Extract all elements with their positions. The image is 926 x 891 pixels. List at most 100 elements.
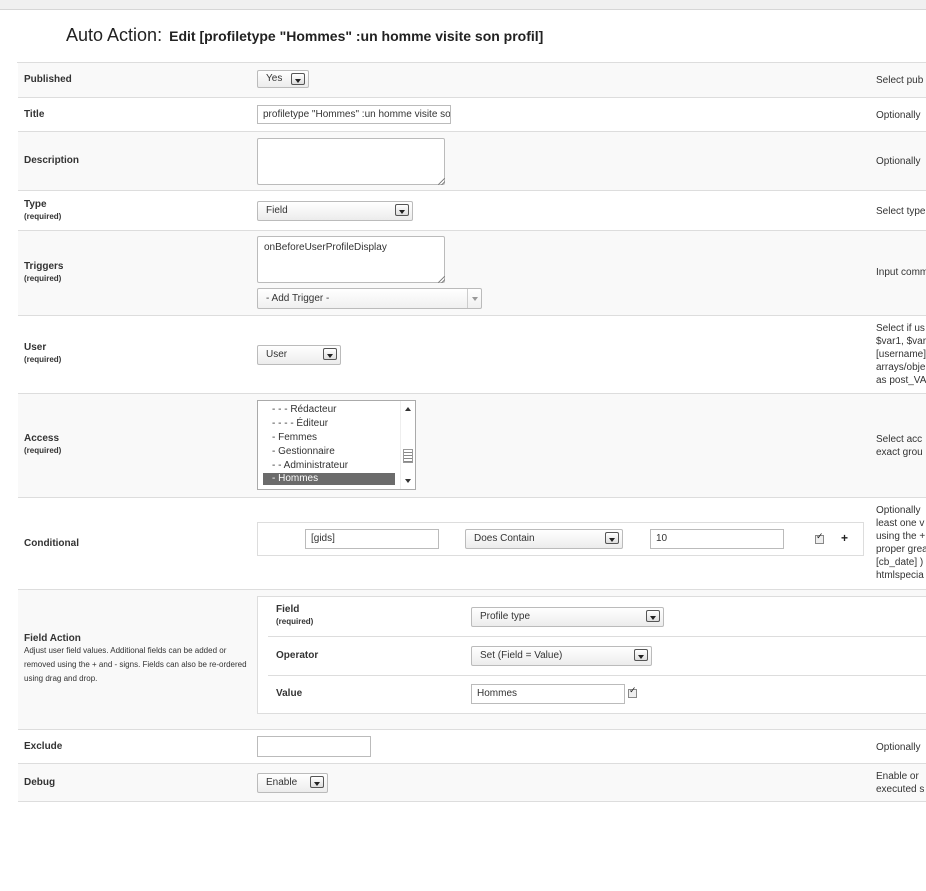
- type-select[interactable]: Field: [257, 201, 413, 221]
- access-label: Access (required): [24, 433, 61, 455]
- chevron-down-icon: [323, 348, 337, 360]
- conditional-checkbox[interactable]: [815, 532, 824, 544]
- chevron-down-icon: [395, 204, 409, 216]
- user-help-line: Select if us: [876, 323, 925, 334]
- fa-field-required: (required): [276, 617, 314, 626]
- conditional-help-line: Optionally: [876, 505, 921, 516]
- triggers-label: Triggers (required): [24, 261, 63, 283]
- triggers-label-text: Triggers: [24, 261, 64, 272]
- type-label: Type (required): [24, 199, 61, 221]
- user-label: User (required): [24, 342, 61, 364]
- field-action-panel: Field (required) Profile type Operator S…: [257, 596, 926, 714]
- conditional-value-input[interactable]: 10: [650, 529, 784, 549]
- add-condition-button[interactable]: +: [841, 531, 848, 545]
- resize-grip-icon[interactable]: [438, 178, 445, 185]
- form-table: Published Yes Select pub Title profilety…: [17, 62, 926, 802]
- user-label-text: User: [24, 342, 47, 353]
- fa-value-checkbox[interactable]: [628, 686, 637, 698]
- add-trigger-select[interactable]: - Add Trigger -: [257, 288, 482, 309]
- conditional-help-line: using the +: [876, 531, 926, 542]
- row-type: Type (required) Field Select type: [18, 191, 926, 231]
- chevron-down-icon: [310, 776, 324, 788]
- description-label: Description: [24, 155, 80, 166]
- fa-value-label: Value: [276, 688, 303, 699]
- access-scrollbar[interactable]: [400, 401, 415, 489]
- debug-help-line: Enable or: [876, 771, 919, 782]
- description-textarea[interactable]: [257, 138, 445, 185]
- fa-field-label: Field (required): [276, 604, 313, 626]
- page-title-main: Auto Action:: [66, 25, 163, 45]
- top-bar: [0, 0, 926, 10]
- field-action-label: Field Action: [24, 633, 81, 644]
- debug-value: Enable: [266, 777, 298, 788]
- conditional-help-line: proper grea: [876, 544, 926, 555]
- user-help-line: as post_VA: [876, 375, 926, 386]
- type-help: Select type: [876, 206, 926, 217]
- type-value: Field: [266, 205, 288, 216]
- fa-field-value: Profile type: [480, 611, 531, 622]
- triggers-help: Input comm: [876, 267, 926, 278]
- conditional-label: Conditional: [24, 538, 79, 549]
- chevron-down-icon: [605, 532, 619, 544]
- triggers-textarea[interactable]: onBeforeUserProfileDisplay: [257, 236, 445, 283]
- description-help: Optionally: [876, 156, 921, 167]
- row-published: Published Yes Select pub: [18, 63, 926, 98]
- conditional-operator-select[interactable]: Does Contain: [465, 529, 623, 549]
- access-option[interactable]: - - - - Éditeur: [258, 417, 415, 431]
- fa-operator-value: Set (Field = Value): [480, 650, 563, 661]
- add-trigger-value: - Add Trigger -: [266, 293, 330, 304]
- row-exclude: Exclude Optionally: [18, 730, 926, 764]
- row-debug: Debug Enable Enable or executed s: [18, 764, 926, 802]
- exclude-input[interactable]: [257, 736, 371, 757]
- conditional-operator-value: Does Contain: [474, 533, 535, 544]
- published-value: Yes: [266, 73, 283, 84]
- user-help-line: $var1, $var: [876, 336, 926, 347]
- page-title: Auto Action: Edit [profiletype "Hommes" …: [66, 25, 543, 46]
- access-help-line: exact grou: [876, 447, 923, 458]
- title-input[interactable]: profiletype "Hommes" :un homme visite so…: [257, 105, 451, 124]
- scroll-down-icon[interactable]: [405, 479, 411, 483]
- user-help-line: arrays/obje: [876, 362, 926, 373]
- conditional-field-input[interactable]: [gids]: [305, 529, 439, 549]
- access-option[interactable]: - Femmes: [258, 431, 415, 445]
- scroll-up-icon[interactable]: [405, 407, 411, 411]
- row-field-action: Field Action Adjust user field values. A…: [18, 590, 926, 730]
- user-value: User: [266, 349, 288, 360]
- fa-value-input[interactable]: Hommes: [471, 684, 625, 704]
- exclude-label: Exclude: [24, 741, 63, 752]
- resize-grip-icon[interactable]: [438, 276, 445, 283]
- scroll-thumb[interactable]: [403, 449, 413, 463]
- conditional-help-line: htmlspecia: [876, 570, 924, 581]
- access-option[interactable]: - - - Rédacteur: [258, 403, 415, 417]
- chevron-down-icon: [467, 289, 481, 308]
- row-conditional: Conditional [gids] Does Contain 10 + Opt…: [18, 498, 926, 590]
- access-option[interactable]: - - Administrateur: [258, 459, 415, 473]
- access-option[interactable]: - Gestionnaire: [258, 445, 415, 459]
- chevron-down-icon: [646, 610, 660, 622]
- fa-field-label-text: Field: [276, 604, 300, 615]
- fa-field-select[interactable]: Profile type: [471, 607, 664, 627]
- page-title-sub: Edit [profiletype "Hommes" :un homme vis…: [169, 28, 544, 44]
- row-title: Title profiletype "Hommes" :un homme vis…: [18, 98, 926, 132]
- row-triggers: Triggers (required) onBeforeUserProfileD…: [18, 231, 926, 316]
- access-option-selected[interactable]: - Hommes: [263, 473, 395, 485]
- conditional-help-line: [cb_date] ): [876, 557, 924, 568]
- fa-operator-label: Operator: [276, 650, 319, 661]
- user-help-line: [username]: [876, 349, 926, 360]
- row-user: User (required) User Select if us $var1,…: [18, 316, 926, 394]
- debug-help-line: executed s: [876, 784, 925, 795]
- type-label-text: Type: [24, 199, 47, 210]
- debug-select[interactable]: Enable: [257, 773, 328, 793]
- fa-operator-select[interactable]: Set (Field = Value): [471, 646, 652, 666]
- user-select[interactable]: User: [257, 345, 341, 365]
- type-required: (required): [24, 212, 62, 221]
- access-listbox[interactable]: - - - Rédacteur - - - - Éditeur - Femmes…: [257, 400, 416, 490]
- field-action-operator-row: Operator Set (Field = Value): [268, 637, 926, 676]
- exclude-help: Optionally: [876, 742, 921, 753]
- conditional-help: Optionally least one v using the + prope…: [876, 504, 926, 582]
- row-access: Access (required) - - - Rédacteur - - - …: [18, 394, 926, 498]
- field-action-description: Adjust user field values. Additional fie…: [24, 646, 247, 683]
- published-select[interactable]: Yes: [257, 70, 309, 88]
- title-help: Optionally: [876, 110, 921, 121]
- debug-help: Enable or executed s: [876, 770, 924, 796]
